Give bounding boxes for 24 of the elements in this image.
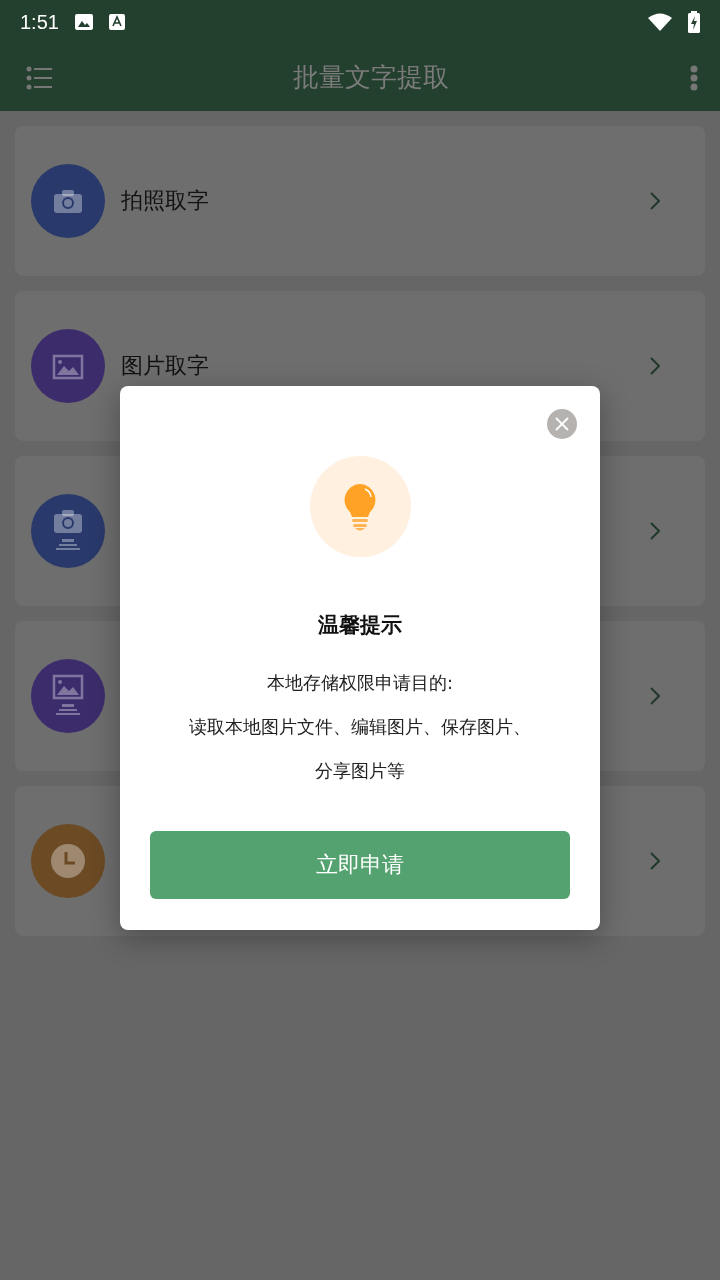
dialog-message: 读取本地图片文件、编辑图片、保存图片、 [189, 715, 531, 739]
dialog-message: 本地存储权限申请目的: [266, 671, 454, 695]
chevron-right-icon [650, 192, 660, 210]
menu-icon[interactable] [26, 65, 52, 90]
picture-icon [74, 14, 93, 30]
more-options-icon[interactable] [690, 64, 698, 91]
dialog-title: 温馨提示 [318, 612, 402, 639]
close-icon[interactable] [555, 417, 569, 431]
wifi-icon [648, 13, 672, 31]
chevron-right-icon [650, 852, 660, 870]
feature-label: 拍照取字 [121, 187, 210, 215]
apply-button[interactable]: 立即申请 [150, 831, 570, 899]
battery-icon [688, 11, 700, 33]
feature-label: 图片取字 [121, 352, 210, 380]
chevron-right-icon [650, 522, 660, 540]
page-title: 批量文字提取 [292, 61, 450, 94]
clock-icon [50, 843, 86, 879]
feature-card[interactable]: 拍照取字 [15, 126, 705, 276]
status-time: 1:51 [20, 10, 59, 34]
chevron-right-icon [650, 687, 660, 705]
text-recognition-icon [108, 14, 125, 30]
dialog-message: 分享图片等 [315, 759, 405, 783]
chevron-right-icon [650, 357, 660, 375]
close-button[interactable] [547, 409, 577, 439]
